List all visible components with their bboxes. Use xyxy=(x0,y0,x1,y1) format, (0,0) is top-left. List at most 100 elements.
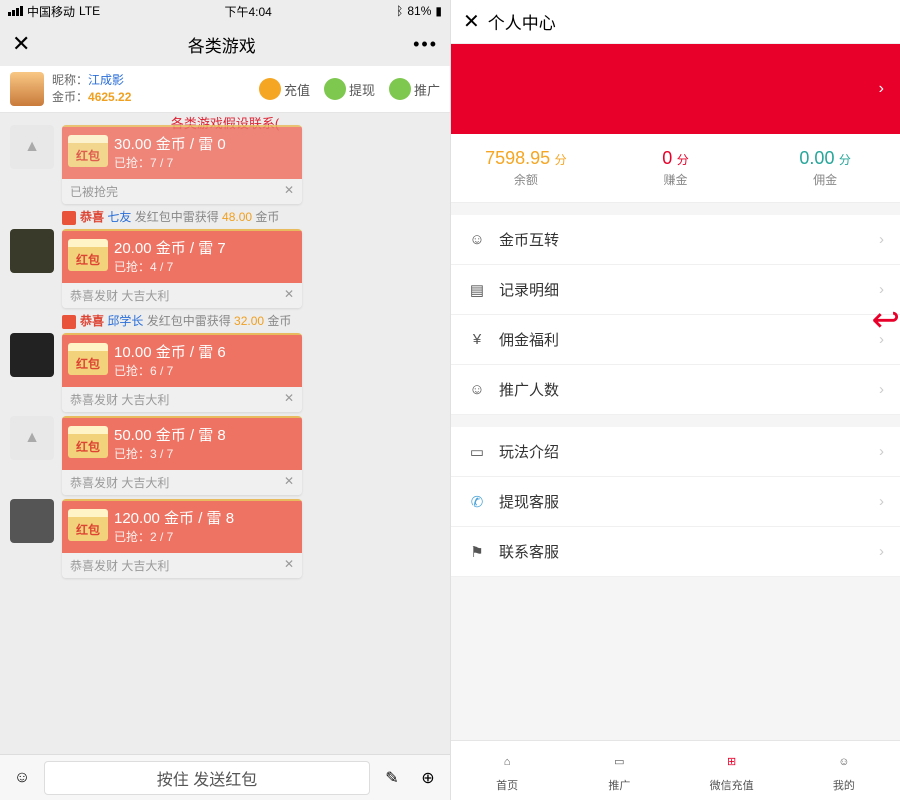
stat-earn[interactable]: 0 分 赚金 xyxy=(601,148,751,188)
packet-foot: 恭喜发财 大吉大利 xyxy=(70,474,169,491)
menu-withdraw-cs[interactable]: ✆提现客服› xyxy=(451,477,900,527)
menu-howto[interactable]: ▭玩法介绍› xyxy=(451,427,900,477)
menu-contact-cs[interactable]: ⚑联系客服› xyxy=(451,527,900,577)
packet-foot: 恭喜发财 大吉大利 xyxy=(70,391,169,408)
chevron-right-icon: › xyxy=(879,281,884,298)
emoji-icon[interactable]: ☺ xyxy=(8,764,36,792)
input-bar: ☺ 按住 发送红包 ✎ ⊕ xyxy=(0,754,450,800)
back-arrow-icon[interactable]: ↩ xyxy=(872,300,900,340)
red-packet[interactable]: 红包 20.00 金币 / 雷 7 已抢：4 / 7 恭喜发财 大吉大利✕ xyxy=(62,229,302,308)
message-row: 红包 120.00 金币 / 雷 8 已抢：2 / 7 恭喜发财 大吉大利 ✕ xyxy=(10,499,440,578)
chevron-right-icon: › xyxy=(879,493,884,510)
packet-foot: 恭喜发财 大吉大利 xyxy=(70,557,169,574)
bluetooth-icon: ᛒ xyxy=(396,4,403,18)
sender-avatar[interactable] xyxy=(10,229,54,273)
hold-to-send-button[interactable]: 按住 发送红包 xyxy=(44,761,370,795)
person-icon: ☺ xyxy=(831,749,857,775)
navbar-right: ✕ 个人中心 xyxy=(451,0,900,44)
menu-group-1: ☺金币互转› ▤记录明细› ¥佣金福利› ☺推广人数› xyxy=(451,215,900,415)
mute-icon: ✕ xyxy=(284,557,294,574)
tab-me[interactable]: ☺我的 xyxy=(788,741,900,800)
red-packet[interactable]: 红包 120.00 金币 / 雷 8 已抢：2 / 7 恭喜发财 大吉大利 ✕ xyxy=(62,499,302,578)
packet-progress: 已抢：6 / 7 xyxy=(114,362,292,379)
tab-home[interactable]: ⌂首页 xyxy=(451,741,563,800)
profile-banner[interactable]: › xyxy=(451,44,900,134)
smile-icon: ☺ xyxy=(467,380,487,400)
close-icon[interactable]: ✕ xyxy=(463,9,480,34)
yen-icon: ¥ xyxy=(467,330,487,350)
navbar-left: ✕ 各类游戏 ••• xyxy=(0,22,450,66)
system-notice: 恭喜 邱学长 发红包中雷获得 32.00 金币 xyxy=(62,312,440,329)
page-title: 个人中心 xyxy=(488,9,556,34)
smile-icon: ☺ xyxy=(467,230,487,250)
chevron-right-icon: › xyxy=(879,80,884,98)
packet-progress: 已抢：7 / 7 xyxy=(114,154,292,171)
signal-icon xyxy=(8,6,23,16)
tab-wechat-recharge[interactable]: ⊞微信充值 xyxy=(676,741,788,800)
promote-icon xyxy=(389,78,411,100)
message-row: ▲ 红包 50.00 金币 / 雷 8 已抢：3 / 7 恭喜发财 大吉大利✕ xyxy=(10,416,440,495)
mute-icon: ✕ xyxy=(284,391,294,408)
menu-promote-count[interactable]: ☺推广人数› xyxy=(451,365,900,415)
tab-bar: ⌂首页 ▭推广 ⊞微信充值 ☺我的 xyxy=(451,740,900,800)
sender-avatar[interactable] xyxy=(10,333,54,377)
page-title: 各类游戏 xyxy=(188,32,256,57)
menu-records[interactable]: ▤记录明细› xyxy=(451,265,900,315)
packet-progress: 已抢：2 / 7 xyxy=(114,528,292,545)
message-row: 红包 20.00 金币 / 雷 7 已抢：4 / 7 恭喜发财 大吉大利✕ xyxy=(10,229,440,308)
stat-balance[interactable]: 7598.95 分 余额 xyxy=(451,148,601,188)
stats-row: 7598.95 分 余额 0 分 赚金 0.00 分 佣金 xyxy=(451,134,900,203)
menu-coin-transfer[interactable]: ☺金币互转› xyxy=(451,215,900,265)
plus-box-icon: ⊞ xyxy=(719,749,745,775)
avatar[interactable] xyxy=(10,72,44,106)
red-packet[interactable]: 红包 10.00 金币 / 雷 6 已抢：6 / 7 恭喜发财 大吉大利 ✕ xyxy=(62,333,302,412)
phone-icon: ✆ xyxy=(467,492,487,512)
key-icon: ▭ xyxy=(606,749,632,775)
doc-icon: ▭ xyxy=(467,442,487,462)
red-packet-badge: 红包 xyxy=(68,509,108,541)
tools-icon[interactable]: ✎ xyxy=(378,764,406,792)
menu-commission[interactable]: ¥佣金福利› xyxy=(451,315,900,365)
sender-avatar[interactable] xyxy=(10,499,54,543)
red-packet[interactable]: 红包 50.00 金币 / 雷 8 已抢：3 / 7 恭喜发财 大吉大利✕ xyxy=(62,416,302,495)
withdraw-icon xyxy=(324,78,346,100)
menu-group-2: ▭玩法介绍› ✆提现客服› ⚑联系客服› xyxy=(451,427,900,577)
packet-foot: 恭喜发财 大吉大利 xyxy=(70,287,169,304)
more-icon[interactable]: ••• xyxy=(413,34,438,55)
plus-icon[interactable]: ⊕ xyxy=(414,764,442,792)
message-row: 红包 10.00 金币 / 雷 6 已抢：6 / 7 恭喜发财 大吉大利 ✕ xyxy=(10,333,440,412)
tab-promote[interactable]: ▭推广 xyxy=(563,741,675,800)
close-icon[interactable]: ✕ xyxy=(12,31,30,57)
withdraw-button[interactable]: 提现 xyxy=(324,78,375,100)
red-packet-badge: 红包 xyxy=(68,343,108,375)
red-packet-badge: 红包 xyxy=(68,135,108,167)
chevron-right-icon: › xyxy=(879,443,884,460)
mute-icon: ✕ xyxy=(284,287,294,304)
nick-label: 昵称： xyxy=(52,73,88,87)
packet-progress: 已抢：3 / 7 xyxy=(114,445,292,462)
chevron-right-icon: › xyxy=(879,543,884,560)
stat-commission[interactable]: 0.00 分 佣金 xyxy=(750,148,900,188)
nickname: 江成影 xyxy=(88,73,124,87)
mute-icon: ✕ xyxy=(284,183,294,200)
message-row: ▲ 红包 30.00 金币 / 雷 0 已抢：7 / 7 已被抢完✕ xyxy=(10,125,440,204)
recharge-button[interactable]: 充值 xyxy=(259,78,310,100)
flag-icon: ⚑ xyxy=(467,542,487,562)
clock-label: 下午4:04 xyxy=(224,3,271,20)
list-icon: ▤ xyxy=(467,280,487,300)
chevron-right-icon: › xyxy=(879,231,884,248)
chat-area[interactable]: 各类游戏假设联系( ▲ 红包 30.00 金币 / 雷 0 已抢：7 / 7 已… xyxy=(0,113,450,754)
packet-amount: 50.00 金币 / 雷 8 xyxy=(114,424,292,445)
red-packet[interactable]: 红包 30.00 金币 / 雷 0 已抢：7 / 7 已被抢完✕ xyxy=(62,125,302,204)
packet-amount: 120.00 金币 / 雷 8 xyxy=(114,507,292,528)
packet-amount: 10.00 金币 / 雷 6 xyxy=(114,341,292,362)
promote-button[interactable]: 推广 xyxy=(389,78,440,100)
packet-amount: 30.00 金币 / 雷 0 xyxy=(114,133,292,154)
red-packet-badge: 红包 xyxy=(68,239,108,271)
battery-label: 81% xyxy=(407,4,431,18)
sender-avatar[interactable]: ▲ xyxy=(10,416,54,460)
chevron-right-icon: › xyxy=(879,381,884,398)
system-notice: 恭喜 七友 发红包中雷获得 48.00 金币 xyxy=(62,208,440,225)
mute-icon: ✕ xyxy=(284,474,294,491)
carrier-label: 中国移动 xyxy=(27,3,75,20)
